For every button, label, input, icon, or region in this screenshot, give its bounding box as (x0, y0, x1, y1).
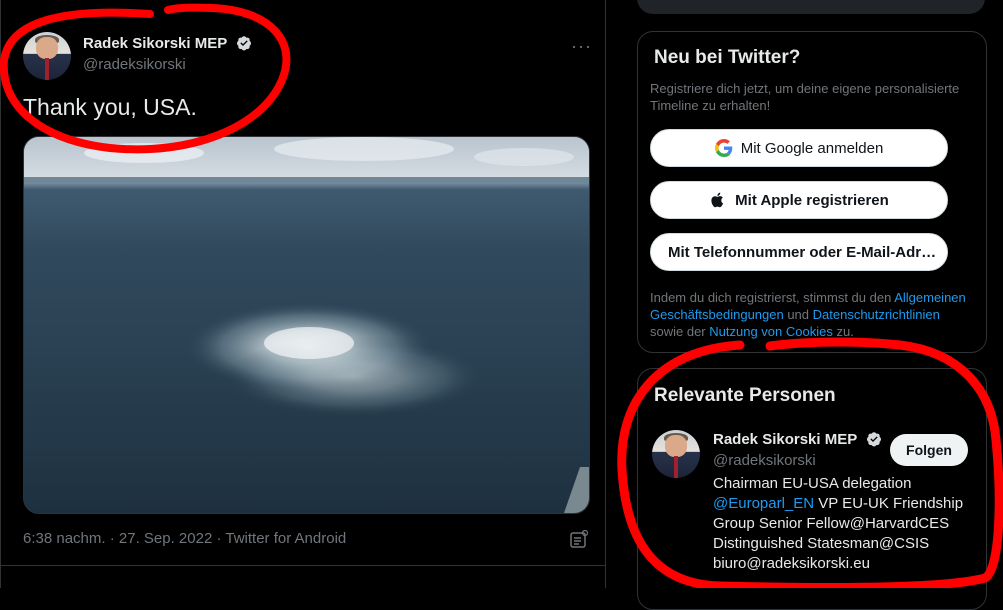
verified-badge-icon (866, 432, 881, 447)
apple-signin-button[interactable]: Mit Apple registrieren (650, 181, 948, 219)
follow-button[interactable]: Folgen (890, 434, 968, 466)
europarl-mention-link[interactable]: @Europarl_EN (713, 495, 814, 512)
apple-icon (711, 192, 724, 208)
privacy-link[interactable]: Datenschutzrichtlinien (813, 307, 940, 322)
person-name[interactable]: Radek Sikorski MEP (713, 431, 857, 448)
bio-line: Group Senior Fellow@HarvardCES (713, 515, 950, 532)
more-dots-icon[interactable]: ··· (571, 36, 592, 57)
author-handle[interactable]: @radeksikorski (83, 56, 186, 73)
terms-mid: und (783, 307, 813, 322)
google-icon (714, 139, 732, 157)
author-name-row[interactable]: Radek Sikorski MEP (83, 35, 252, 53)
terms-mid2: sowie der (650, 324, 710, 339)
person-avatar[interactable] (652, 430, 700, 478)
stats-divider (0, 565, 605, 566)
bio-line: biuro@radeksikorski.eu (713, 555, 870, 572)
google-signin-button[interactable]: Mit Google anmelden (650, 129, 948, 167)
terms-suffix: zu. (832, 324, 854, 339)
person-name-row[interactable]: Radek Sikorski MEP (713, 431, 882, 449)
phone-email-signup-button[interactable]: Mit Telefonnummer oder E-Mail-Adr… (650, 233, 948, 271)
tweet-media-image[interactable] (23, 136, 590, 514)
terms-prefix: Indem du dich registrierst, stimmst du d… (650, 290, 895, 305)
tweet-text: Thank you, USA. (23, 94, 197, 120)
author-name[interactable]: Radek Sikorski MEP (83, 35, 227, 52)
signup-card: Neu bei Twitter? Registriere dich jetzt,… (637, 31, 987, 353)
phone-email-signup-label: Mit Telefonnummer oder E-Mail-Adr… (668, 243, 937, 261)
bio-line: @Europarl_EN VP EU-UK Friendship (713, 494, 983, 514)
sea-bubbles-photo (24, 137, 589, 513)
signup-subtitle: Registriere dich jetzt, um deine eigene … (650, 81, 960, 113)
timeline-right-border (605, 0, 606, 588)
analytics-icon[interactable] (570, 530, 588, 548)
bio-line-rest: VP EU-UK Friendship (814, 495, 964, 512)
bio-line: Distinguished Statesman@CSIS (713, 535, 930, 552)
apple-signin-label: Mit Apple registrieren (735, 191, 889, 209)
search-box-remnant[interactable] (637, 0, 985, 14)
cookies-link[interactable]: Nutzung von Cookies (709, 324, 833, 339)
relevant-people-title: Relevante Personen (654, 385, 836, 406)
tweet-timestamp[interactable]: 6:38 nachm. · 27. Sep. 2022 · Twitter fo… (23, 530, 346, 547)
person-bio: Chairman EU-USA delegation @Europarl_EN … (713, 474, 983, 574)
timeline-left-border (0, 0, 1, 588)
bio-line: Chairman EU-USA delegation (713, 475, 912, 492)
google-signin-label: Mit Google anmelden (740, 139, 884, 157)
verified-badge-icon (236, 36, 251, 51)
signup-title: Neu bei Twitter? (654, 47, 801, 68)
person-handle[interactable]: @radeksikorski (713, 452, 816, 469)
author-avatar[interactable] (23, 32, 71, 80)
signup-terms: Indem du dich registrierst, stimmst du d… (650, 289, 975, 340)
